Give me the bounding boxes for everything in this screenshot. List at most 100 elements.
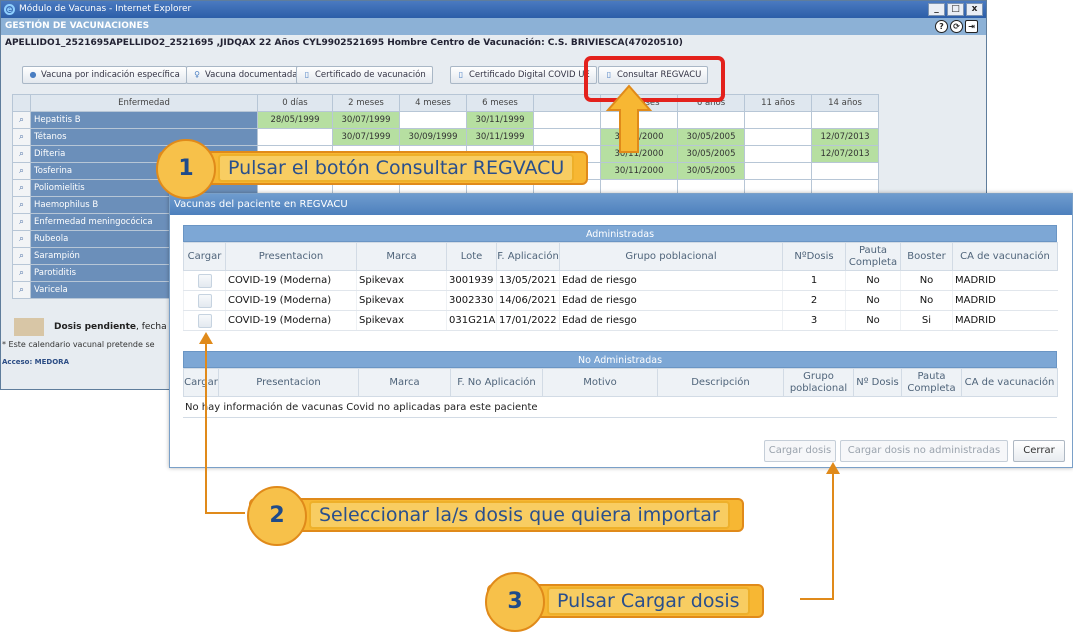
grid-header-age: 6 meses bbox=[466, 94, 534, 112]
minimize-button[interactable]: _ bbox=[928, 3, 945, 16]
dose-cell[interactable]: 30/11/1999 bbox=[466, 128, 534, 146]
fecha-cell: 17/01/2022 bbox=[496, 310, 560, 331]
dose-cell[interactable]: 28/05/1999 bbox=[257, 111, 333, 129]
magnifier-icon[interactable]: ⌕ bbox=[12, 179, 31, 197]
dose-cell[interactable]: 30/11/2000 bbox=[600, 162, 678, 180]
dose-cell[interactable]: 30/09/1999 bbox=[399, 128, 467, 146]
exit-icon[interactable]: ⇥ bbox=[965, 20, 978, 33]
dose-cell bbox=[744, 162, 812, 180]
ca-cell: MADRID bbox=[952, 270, 1058, 291]
presentacion-cell: COVID-19 (Moderna) bbox=[225, 270, 357, 291]
close-window-button[interactable]: x bbox=[966, 3, 983, 16]
not-administered-header: No Administradas bbox=[183, 351, 1057, 368]
button-label: Certificado de vacunación bbox=[315, 70, 426, 80]
cargar-dosis-button[interactable]: Cargar dosis bbox=[764, 440, 836, 462]
administered-header: Administradas bbox=[183, 225, 1057, 242]
not-administered-table: Cargar Presentacion Marca F. No Aplicaci… bbox=[183, 368, 1058, 397]
grid-row: ⌕ Hepatitis B 28/05/1999 30/07/1999 30/11/19… bbox=[12, 111, 879, 129]
certificado-vacunacion-button[interactable]: ▯ Certificado de vacunación bbox=[296, 66, 433, 84]
col-header: F. No Aplicación bbox=[450, 368, 543, 397]
arrow-head-3 bbox=[826, 462, 840, 474]
dose-cell bbox=[811, 162, 879, 180]
magnifier-icon[interactable]: ⌕ bbox=[12, 162, 31, 180]
dose-cell[interactable]: 12/07/2013 bbox=[811, 128, 879, 146]
magnifier-icon[interactable]: ⌕ bbox=[12, 281, 31, 299]
col-header: NºDosis bbox=[782, 242, 846, 271]
help-icon[interactable]: ? bbox=[935, 20, 948, 33]
dosis-cell: 1 bbox=[782, 270, 846, 291]
dose-cell[interactable]: 12/07/2013 bbox=[811, 145, 879, 163]
col-header: Presentacion bbox=[218, 368, 359, 397]
callout-text: Seleccionar la/s dosis que quiera import… bbox=[309, 501, 730, 529]
dose-cell[interactable]: 30/05/2005 bbox=[677, 145, 745, 163]
magnifier-icon[interactable]: ⌕ bbox=[12, 111, 31, 129]
presentacion-cell: COVID-19 (Moderna) bbox=[225, 310, 357, 331]
fecha-cell: 14/06/2021 bbox=[496, 290, 560, 311]
magnifier-icon[interactable]: ⌕ bbox=[12, 247, 31, 265]
refresh-icon[interactable]: ⟳ bbox=[950, 20, 963, 33]
dose-cell bbox=[677, 111, 745, 129]
grid-header-age: 0 días bbox=[257, 94, 333, 112]
internet-explorer-icon: e bbox=[4, 4, 15, 15]
col-header: Marca bbox=[358, 368, 451, 397]
cargar-checkbox[interactable] bbox=[197, 273, 212, 288]
magnifier-icon[interactable]: ⌕ bbox=[12, 230, 31, 248]
magnifier-icon[interactable]: ⌕ bbox=[12, 264, 31, 282]
plus-circle-icon: ● bbox=[29, 70, 37, 79]
cargar-checkbox[interactable] bbox=[197, 313, 212, 328]
callout-2: 2 Seleccionar la/s dosis que quiera impo… bbox=[247, 486, 744, 546]
administered-section: Administradas Cargar Presentacion Marca … bbox=[183, 225, 1058, 331]
col-header: CA de vacunación bbox=[952, 242, 1058, 271]
callout-1: 1 Pulsar el botón Consultar REGVACU bbox=[156, 139, 589, 199]
callout-text: Pulsar el botón Consultar REGVACU bbox=[218, 154, 575, 182]
grid-header-age: 2 meses bbox=[332, 94, 400, 112]
col-header: Cargar bbox=[183, 368, 219, 397]
grid-row: ⌕ Tétanos 30/07/1999 30/09/1999 30/11/1999 30… bbox=[12, 128, 879, 146]
app-header: GESTIÓN DE VACUNACIONES ? ⟳ ⇥ bbox=[1, 18, 986, 35]
callout-3: 3 Pulsar Cargar dosis bbox=[485, 572, 764, 632]
booster-cell: No bbox=[900, 290, 953, 311]
certificado-covid-button[interactable]: ▯ Certificado Digital COVID UE bbox=[450, 66, 597, 84]
pending-swatch bbox=[14, 317, 44, 336]
up-arrow-1 bbox=[605, 84, 653, 153]
dosis-cell: 2 bbox=[782, 290, 846, 311]
dose-row: COVID-19 (Moderna) Spikevax 3001939 13/05/2… bbox=[183, 270, 1058, 291]
vacuna-indicacion-button[interactable]: ● Vacuna por indicación específica bbox=[22, 66, 187, 84]
footnote: * Este calendario vacunal pretende se bbox=[2, 340, 155, 349]
pauta-cell: No bbox=[845, 310, 901, 331]
callout-text: Pulsar Cargar dosis bbox=[547, 587, 750, 615]
col-header: Lote bbox=[446, 242, 497, 271]
dose-cell[interactable]: 30/07/1999 bbox=[332, 128, 400, 146]
col-header: Booster bbox=[900, 242, 953, 271]
button-label: Certificado Digital COVID UE bbox=[469, 70, 590, 80]
not-administered-section: No Administradas Cargar Presentacion Mar… bbox=[183, 351, 1058, 418]
dialog-title: Vacunas del paciente en REGVACU bbox=[170, 194, 1072, 215]
col-header: Marca bbox=[356, 242, 447, 271]
magnifier-icon[interactable]: ⌕ bbox=[12, 196, 31, 214]
document-icon: ▯ bbox=[458, 70, 464, 79]
administered-table: Cargar Presentacion Marca Lote F. Aplica… bbox=[183, 242, 1058, 331]
patient-info: APELLIDO1_2521695APELLIDO2_2521695 ,JIDQ… bbox=[5, 38, 683, 48]
connector-line-2 bbox=[205, 512, 245, 514]
lote-cell: 3002330 bbox=[446, 290, 497, 311]
magnifier-icon[interactable]: ⌕ bbox=[12, 128, 31, 146]
cargar-no-administradas-button[interactable]: Cargar dosis no administradas bbox=[840, 440, 1008, 462]
maximize-button[interactable]: □ bbox=[947, 3, 964, 16]
cerrar-button[interactable]: Cerrar bbox=[1013, 440, 1065, 462]
lote-cell: 031G21A bbox=[446, 310, 497, 331]
booster-cell: Si bbox=[900, 310, 953, 331]
dose-cell[interactable]: 30/05/2005 bbox=[677, 162, 745, 180]
disease-name[interactable]: Hepatitis B bbox=[30, 111, 258, 129]
document-icon: ▯ bbox=[304, 70, 310, 79]
presentacion-cell: COVID-19 (Moderna) bbox=[225, 290, 357, 311]
vacuna-documentada-button[interactable]: ♀ Vacuna documentada bbox=[186, 66, 305, 84]
cargar-checkbox[interactable] bbox=[197, 293, 212, 308]
magnifier-icon[interactable]: ⌕ bbox=[12, 213, 31, 231]
arrow-head-2 bbox=[199, 332, 213, 344]
magnifier-icon[interactable]: ⌕ bbox=[12, 145, 31, 163]
disease-name[interactable]: Tétanos bbox=[30, 128, 258, 146]
dose-cell[interactable]: 30/05/2005 bbox=[677, 128, 745, 146]
dose-cell[interactable]: 30/07/1999 bbox=[332, 111, 400, 129]
col-header: Nº Dosis bbox=[853, 368, 902, 397]
dose-cell[interactable]: 30/11/1999 bbox=[466, 111, 534, 129]
